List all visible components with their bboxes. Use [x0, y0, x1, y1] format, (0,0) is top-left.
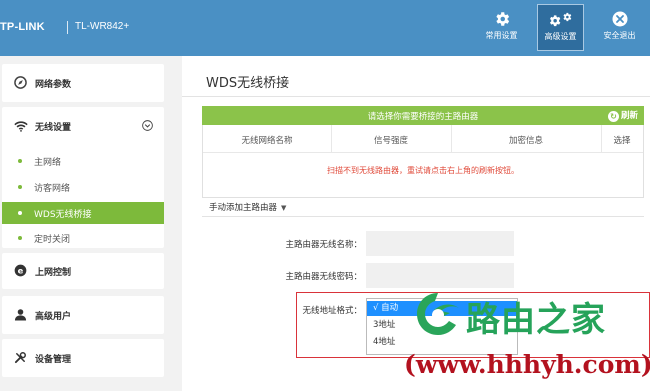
ssid-label: 主路由器无线名称： [285, 240, 362, 250]
scan-message: 请选择你需要桥接的主路由器 [367, 112, 479, 122]
exit-icon [612, 11, 627, 27]
sidebar-group-wireless: 无线设置 主网络 访客网络 WDS无线桥接 定时关闭 [2, 107, 164, 248]
brand-logo: TP-LINK [0, 21, 45, 33]
sidebar-item-label: 上网控制 [35, 268, 72, 278]
watermark: 路由之家 (www.hhhyh.com) [402, 288, 650, 391]
sidebar-subitem-main-network[interactable]: 主网络 [2, 150, 164, 172]
refresh-button[interactable]: ↻ 刷新 [607, 109, 638, 122]
wifi-icon [14, 121, 28, 132]
top-bar: TP-LINK TL-WR842+ 常用设置 高级设置 安全退出 [0, 0, 650, 56]
compass-icon [14, 76, 27, 89]
table-header: 无线网络名称 信号强度 加密信息 选择 [203, 125, 643, 153]
sidebar-item-label: 设备管理 [35, 355, 72, 365]
column-header: 无线网络名称 [241, 136, 293, 146]
logout-button[interactable]: 安全退出 [596, 4, 643, 51]
sidebar-item-label: 网络参数 [35, 80, 72, 90]
user-icon [14, 309, 27, 321]
bullet-dot [18, 236, 22, 240]
sidebar-item-label: 高级用户 [35, 312, 72, 322]
refresh-label: 刷新 [620, 111, 638, 121]
site-logo-icon [417, 293, 459, 335]
empty-message: 扫描不到无线路由器，重试请点击右上角的刷新按钮。 [327, 166, 519, 175]
sidebar-item-internet-control[interactable]: e 上网控制 [2, 253, 164, 289]
sidebar-subitem-label: 定时关闭 [34, 235, 71, 245]
caret-down-icon: ▼ [281, 204, 287, 212]
scan-result-table: 无线网络名称 信号强度 加密信息 选择 扫描不到无线路由器，重试请点击右上角的刷… [202, 125, 644, 198]
sidebar-item-wireless[interactable]: 无线设置 [2, 107, 164, 145]
watermark-url: (www.hhhyh.com) [404, 350, 650, 379]
sidebar-subitem-label: WDS无线桥接 [34, 210, 92, 220]
sidebar-subitem-label: 访客网络 [34, 184, 71, 194]
logout-label: 安全退出 [603, 31, 636, 40]
tools-icon [14, 352, 26, 364]
chevron-down-icon[interactable] [142, 120, 153, 131]
manual-add-toggle[interactable]: 手动添加主路由器 ▼ [209, 201, 286, 213]
divider [202, 216, 644, 217]
sidebar-subitem-label: 主网络 [34, 158, 62, 168]
common-settings-label: 常用设置 [485, 31, 518, 40]
column-header: 选择 [613, 136, 631, 146]
sidebar-item-advanced-user[interactable]: 高级用户 [2, 296, 164, 334]
sidebar-item-label: 无线设置 [35, 123, 72, 133]
column-header: 信号强度 [373, 136, 408, 146]
sidebar-subitem-scheduled-off[interactable]: 定时关闭 [2, 227, 164, 249]
sidebar-subitem-wds[interactable]: WDS无线桥接 [2, 202, 164, 224]
password-input[interactable] [366, 263, 514, 288]
model-name: TL-WR842+ [75, 21, 130, 32]
column-header: 加密信息 [508, 136, 543, 146]
scan-header-bar: 请选择你需要桥接的主路由器 ↻ 刷新 [202, 106, 644, 125]
bullet-dot [18, 159, 22, 163]
ssid-input[interactable] [366, 231, 514, 256]
refresh-icon: ↻ [607, 111, 619, 122]
common-settings-button[interactable]: 常用设置 [478, 4, 525, 51]
manual-add-label: 手动添加主路由器 [209, 203, 278, 213]
gear-icon [495, 12, 509, 26]
watermark-name: 路由之家 [466, 300, 606, 340]
divider [182, 96, 650, 97]
sidebar-item-device-mgmt[interactable]: 设备管理 [2, 339, 164, 377]
gears-icon [549, 12, 571, 27]
advanced-settings-button[interactable]: 高级设置 [537, 4, 584, 51]
page-title: WDS无线桥接 [206, 76, 290, 91]
sidebar-subitem-guest-network[interactable]: 访客网络 [2, 176, 164, 198]
globe-e-icon: e [14, 264, 27, 277]
password-label: 主路由器无线密码： [285, 272, 362, 282]
sidebar-item-network[interactable]: 网络参数 [2, 64, 164, 102]
bullet-dot [18, 211, 22, 215]
brand-divider [67, 21, 68, 34]
advanced-settings-label: 高级设置 [544, 32, 577, 41]
address-format-label: 无线地址格式： [302, 306, 362, 316]
bullet-dot [18, 185, 22, 189]
svg-text:e: e [18, 265, 24, 275]
